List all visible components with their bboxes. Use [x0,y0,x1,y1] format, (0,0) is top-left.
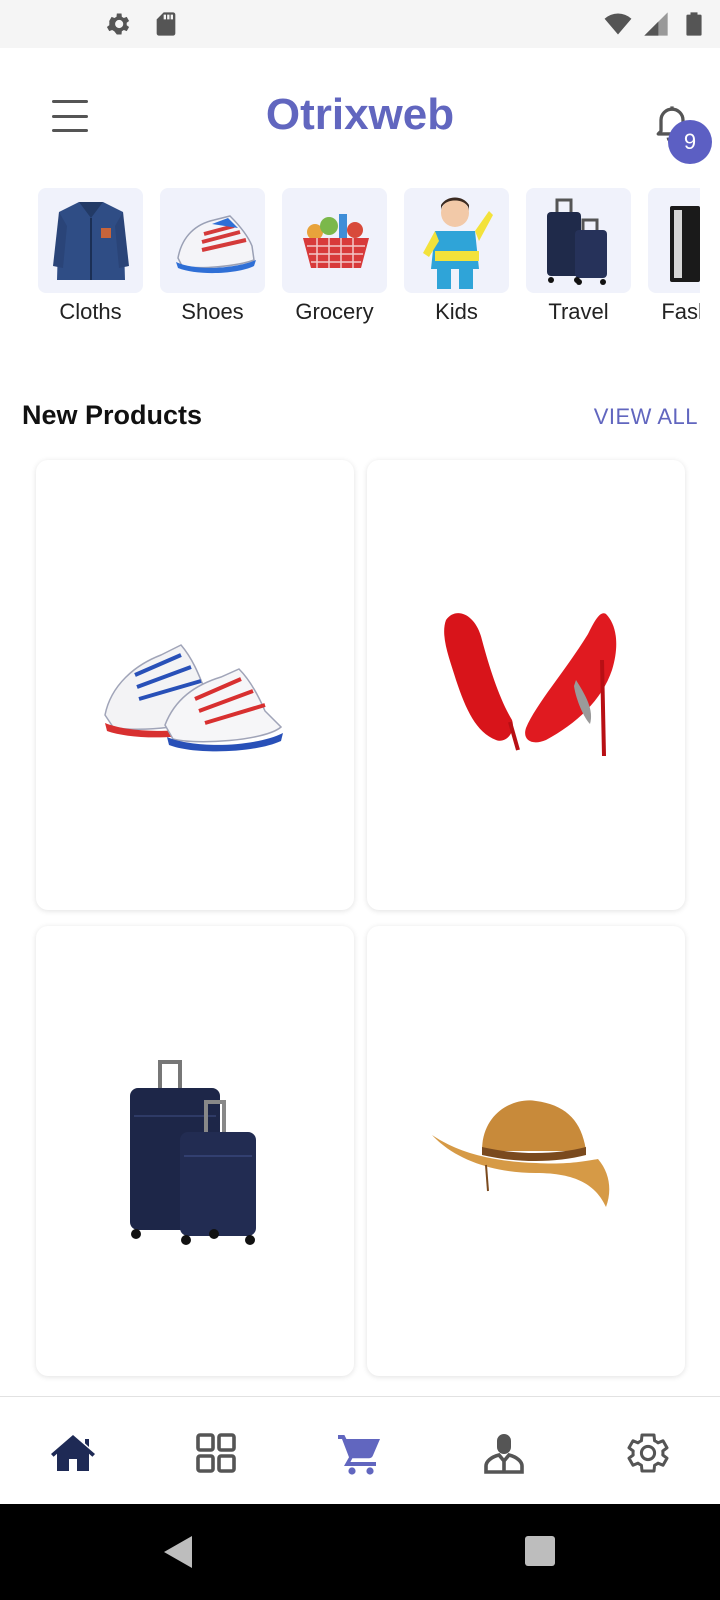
view-all-link[interactable]: VIEW ALL [594,404,698,430]
settings-status-icon [106,13,130,35]
grocery-basket-image [282,188,387,293]
app-header: Otrixweb 9 [0,48,720,188]
luggage-image [526,188,631,293]
home-icon [51,1435,95,1471]
status-bar [0,0,720,48]
cell-signal-icon [644,12,668,36]
straw-hat-image [432,1100,610,1207]
sd-card-icon [156,12,176,36]
recents-button[interactable] [525,1536,555,1566]
sneakers-image [104,644,283,752]
nav-profile[interactable] [478,1427,530,1479]
gear-icon [627,1433,669,1473]
category-label: Kids [435,299,478,324]
app-title: Otrixweb [265,90,455,139]
product-card[interactable] [36,460,354,910]
category-kids[interactable]: Kids [404,188,509,325]
profile-icon [484,1434,524,1474]
luggage-set-image [130,1060,256,1245]
fashion-image [648,188,700,293]
battery-icon [686,12,702,36]
grid-icon [196,1433,236,1473]
kid-image [404,188,509,293]
back-icon[interactable] [162,1534,196,1570]
nav-cart[interactable] [334,1427,386,1479]
nav-settings[interactable] [622,1427,674,1479]
category-label: Shoes [181,299,244,324]
category-label: Travel [548,299,609,324]
shirt-image [38,188,143,293]
category-cloths[interactable]: Cloths [38,188,143,325]
category-fashion[interactable]: Fashion [648,188,700,325]
cart-icon [338,1435,380,1475]
nav-categories[interactable] [190,1427,242,1479]
system-navigation-bar [0,1504,720,1600]
category-shoes[interactable]: Shoes [160,188,265,325]
wifi-icon [604,13,632,35]
red-heels-image [444,613,617,757]
bottom-navigation [0,1396,720,1504]
nav-home[interactable] [47,1427,99,1479]
section-title: New Products [22,400,203,430]
product-card[interactable] [367,460,685,910]
category-strip[interactable]: Cloths Shoes Grocery Kids Travel Fas [0,188,700,338]
category-label: Fashion [661,299,700,324]
category-travel[interactable]: Travel [526,188,631,325]
shoe-image [160,188,265,293]
app-screen: Otrixweb 9 Cloths Shoes Grocery Kids Tra… [0,0,720,1600]
category-grocery[interactable]: Grocery [282,188,387,325]
product-card[interactable] [367,926,685,1376]
category-label: Grocery [295,299,374,324]
notification-badge: 9 [668,120,712,164]
category-label: Cloths [59,299,122,324]
product-card[interactable] [36,926,354,1376]
